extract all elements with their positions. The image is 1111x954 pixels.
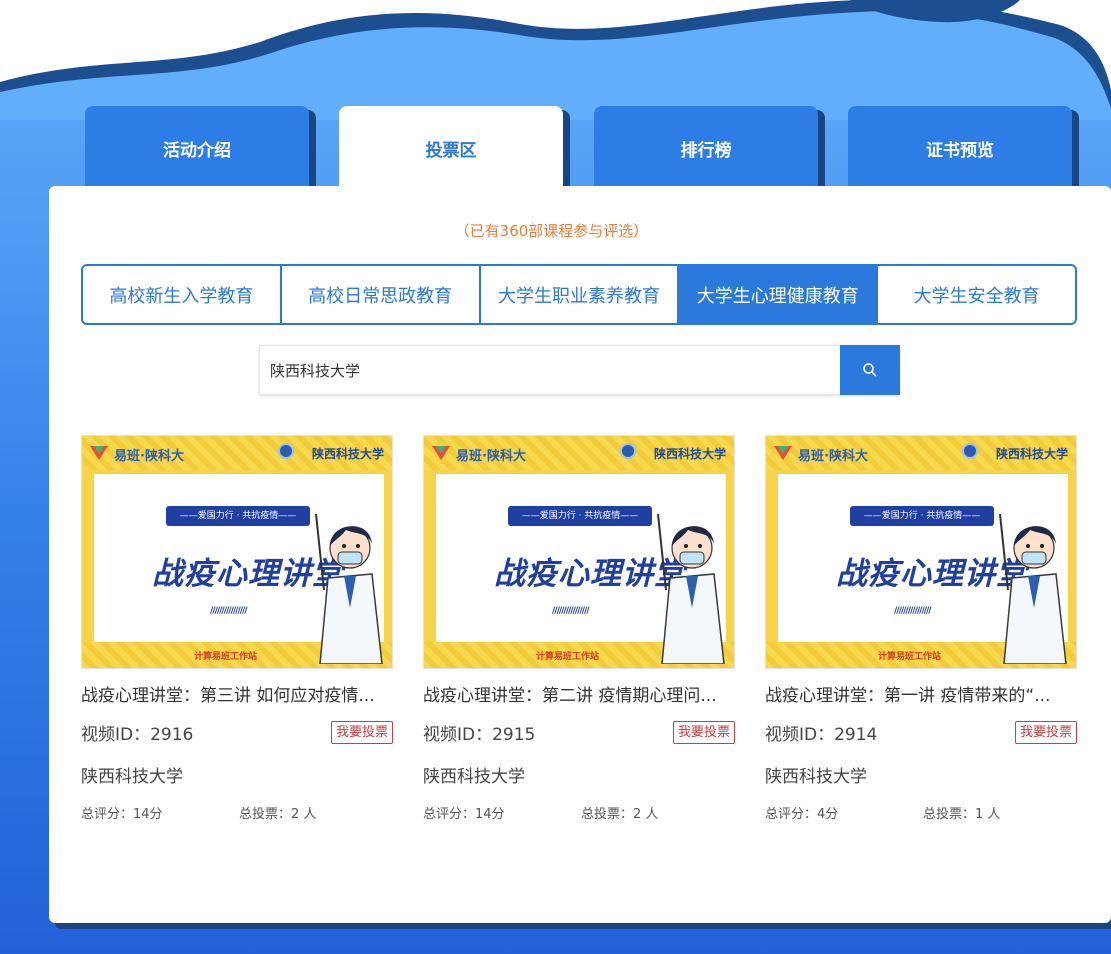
brand-left-text: 易班·陕科大 <box>456 449 526 464</box>
category-freshman-education[interactable]: 高校新生入学教育 <box>83 266 282 323</box>
brand-left-text: 易班·陕科大 <box>798 449 868 464</box>
video-title[interactable]: 战疫心理讲堂：第三讲 如何应对疫情... <box>81 681 393 706</box>
yiban-logo-icon <box>90 446 108 460</box>
video-thumbnail[interactable]: 易班·陕科大 陕西科技大学 ——爱国力行 · 共抗疫情—— 战疫心理讲堂 ///… <box>423 435 735 669</box>
category-ideological-education[interactable]: 高校日常思政教育 <box>282 266 481 323</box>
video-school: 陕西科技大学 <box>423 767 525 787</box>
video-id: 视频ID：2914 <box>765 725 878 745</box>
total-score: 总评分：4分 <box>765 807 839 822</box>
thumbnail-ribbon: ——爱国力行 · 共抗疫情—— <box>850 506 994 526</box>
doctor-illustration-icon <box>999 513 1067 664</box>
category-safety-education[interactable]: 大学生安全教育 <box>878 266 1075 323</box>
video-title[interactable]: 战疫心理讲堂：第二讲 疫情期心理问... <box>423 681 735 706</box>
video-school: 陕西科技大学 <box>765 767 867 787</box>
video-id: 视频ID：2916 <box>81 725 194 745</box>
search-icon <box>863 363 877 377</box>
thumbnail-caption: 计算易班工作站 <box>878 652 942 662</box>
video-school: 陕西科技大学 <box>81 767 183 787</box>
video-card[interactable]: 易班·陕科大 陕西科技大学 ——爱国力行 · 共抗疫情—— 战疫心理讲堂 ///… <box>81 435 393 822</box>
header-wave-decoration <box>0 0 1111 120</box>
doctor-illustration-icon <box>657 513 725 664</box>
vote-button[interactable]: 我要投票 <box>1014 721 1077 744</box>
doctor-illustration-icon <box>315 513 383 664</box>
total-votes: 总投票：1 人 <box>923 807 1001 822</box>
participation-count-note: （已有360部课程参与评选） <box>454 222 649 240</box>
thumbnail-slashes: //////////////// <box>552 606 590 616</box>
tab-leaderboard[interactable]: 排行榜 <box>594 106 818 190</box>
category-mental-health-education[interactable]: 大学生心理健康教育 <box>679 266 879 323</box>
category-career-education[interactable]: 大学生职业素养教育 <box>481 266 680 323</box>
video-card[interactable]: 易班·陕科大 陕西科技大学 ——爱国力行 · 共抗疫情—— 战疫心理讲堂 ///… <box>423 435 735 822</box>
tab-certificate-preview[interactable]: 证书预览 <box>848 106 1072 190</box>
video-title[interactable]: 战疫心理讲堂：第一讲 疫情带来的“... <box>765 681 1077 706</box>
tab-activity-intro[interactable]: 活动介绍 <box>85 106 309 190</box>
video-thumbnail[interactable]: 易班·陕科大 陕西科技大学 ——爱国力行 · 共抗疫情—— 战疫心理讲堂 ///… <box>765 435 1077 669</box>
university-seal-icon <box>620 443 636 459</box>
video-card[interactable]: 易班·陕科大 陕西科技大学 ——爱国力行 · 共抗疫情—— 战疫心理讲堂 ///… <box>765 435 1077 822</box>
category-filter: 高校新生入学教育 高校日常思政教育 大学生职业素养教育 大学生心理健康教育 大学… <box>81 264 1077 325</box>
yiban-logo-icon <box>432 446 450 460</box>
thumbnail-caption: 计算易班工作站 <box>194 652 258 662</box>
video-id: 视频ID：2915 <box>423 725 536 745</box>
search-input[interactable] <box>259 345 840 395</box>
brand-right-text: 陕西科技大学 <box>995 447 1068 461</box>
thumbnail-ribbon: ——爱国力行 · 共抗疫情—— <box>166 506 310 526</box>
search-button[interactable] <box>840 345 900 395</box>
total-votes: 总投票：2 人 <box>239 807 317 822</box>
tab-voting-area[interactable]: 投票区 <box>339 106 563 190</box>
university-seal-icon <box>962 443 978 459</box>
brand-right-text: 陕西科技大学 <box>311 447 384 461</box>
total-score: 总评分：14分 <box>423 807 505 822</box>
search-bar <box>259 345 900 395</box>
thumbnail-slashes: //////////////// <box>894 606 932 616</box>
total-votes: 总投票：2 人 <box>581 807 659 822</box>
brand-right-text: 陕西科技大学 <box>653 447 726 461</box>
video-thumbnail[interactable]: 易班·陕科大 陕西科技大学 ——爱国力行 · 共抗疫情—— 战疫心理讲堂 ///… <box>81 435 393 669</box>
vote-button[interactable]: 我要投票 <box>672 721 735 744</box>
university-seal-icon <box>278 443 294 459</box>
thumbnail-slashes: //////////////// <box>210 606 248 616</box>
vote-button[interactable]: 我要投票 <box>330 721 393 744</box>
thumbnail-caption: 计算易班工作站 <box>536 652 600 662</box>
voting-panel: （已有360部课程参与评选） 高校新生入学教育 高校日常思政教育 大学生职业素养… <box>49 186 1111 923</box>
total-score: 总评分：14分 <box>81 807 163 822</box>
brand-left-text: 易班·陕科大 <box>114 449 184 464</box>
thumbnail-ribbon: ——爱国力行 · 共抗疫情—— <box>508 506 652 526</box>
yiban-logo-icon <box>774 446 792 460</box>
